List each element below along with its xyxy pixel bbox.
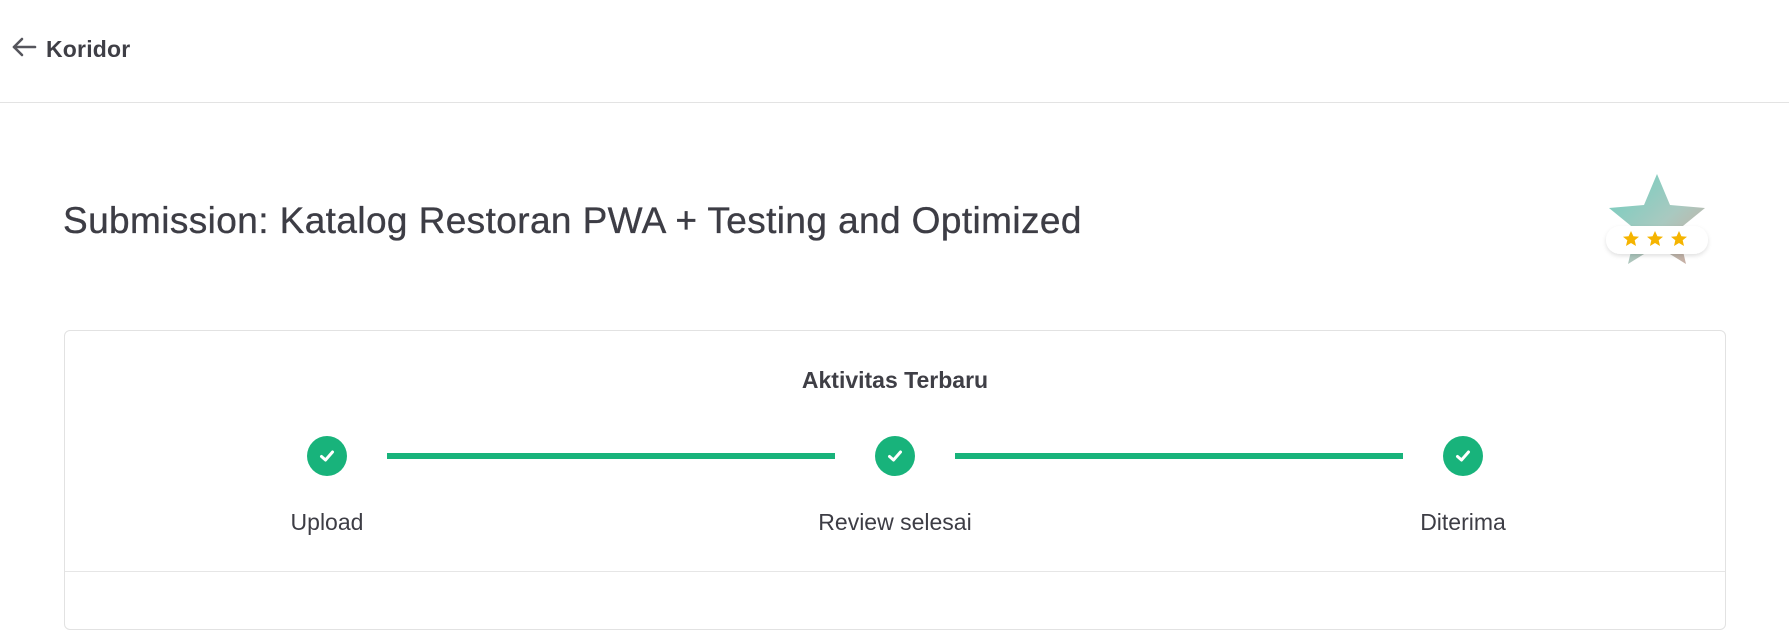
card-divider [65, 571, 1725, 572]
step-upload-status [307, 436, 347, 476]
progress-line-1 [387, 453, 835, 459]
arrow-left-icon [10, 36, 38, 63]
activity-title: Aktivitas Terbaru [801, 367, 989, 393]
step-accepted-status [1443, 436, 1483, 476]
back-label: Koridor [46, 35, 131, 62]
check-icon [320, 450, 334, 462]
step-review-status [875, 436, 915, 476]
back-link[interactable]: Koridor [10, 34, 130, 64]
progress-line-2 [955, 453, 1403, 459]
step-label-accepted: Diterima [1420, 509, 1506, 535]
top-bar: Koridor [0, 0, 1789, 103]
activity-card: Aktivitas Terbaru Upload Review selesai … [64, 330, 1726, 630]
star-badge-icon [1598, 172, 1716, 280]
step-label-review: Review selesai [818, 509, 972, 535]
check-icon [888, 450, 902, 462]
step-label-upload: Upload [290, 509, 364, 535]
page-title: Submission: Katalog Restoran PWA + Testi… [63, 200, 1082, 241]
check-icon [1456, 450, 1470, 462]
